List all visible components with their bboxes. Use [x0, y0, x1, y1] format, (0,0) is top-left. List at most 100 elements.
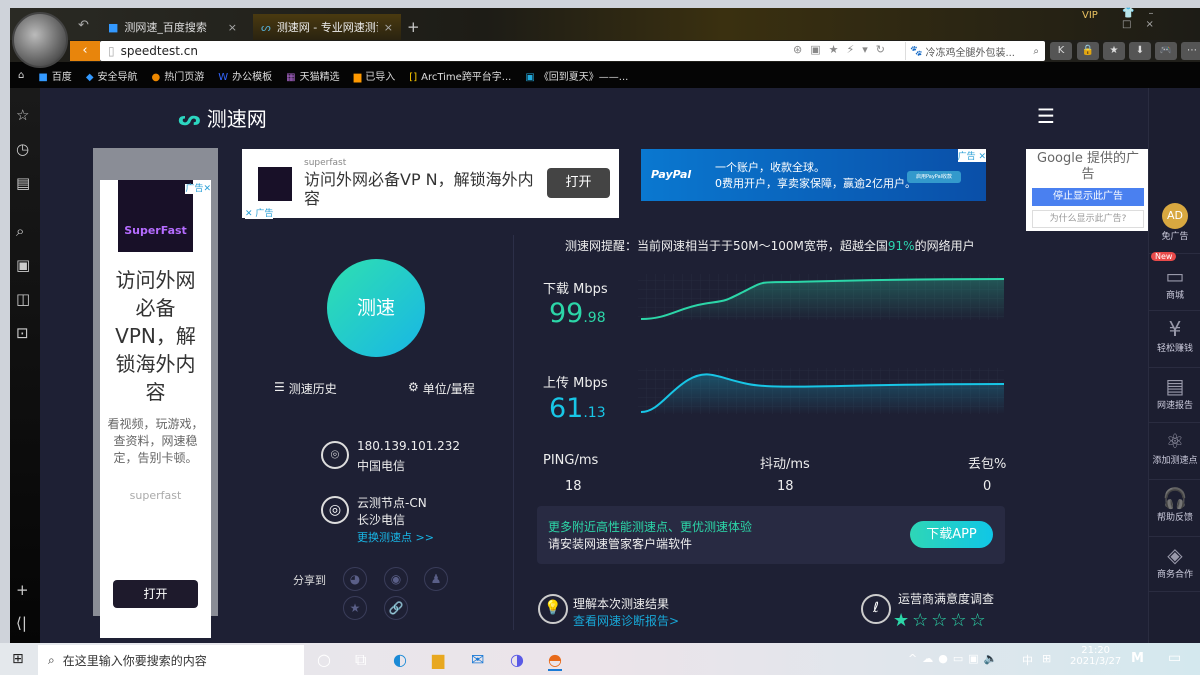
address-tools-icons[interactable]: ⊛▣★⚡▾↻ — [793, 43, 893, 56]
sidebar-add-node[interactable]: ⚛ 添加测速点 — [1149, 423, 1200, 480]
tab-speedtest[interactable]: ᔕ 测速网 - 专业网速测试 × — [253, 14, 401, 40]
download-speed: 99.98 — [549, 298, 606, 329]
shopping-icon[interactable]: ◫ — [16, 290, 30, 308]
new-tab-button[interactable]: + — [407, 18, 420, 36]
units-button[interactable]: ⚙ 单位/量程 — [408, 380, 475, 397]
star-icon[interactable]: ★ — [1103, 42, 1125, 60]
sidebar-no-ads[interactable]: AD 免广告 — [1149, 201, 1200, 254]
taskbar-search[interactable]: ⌕ 在这里输入你要搜索的内容 — [38, 645, 304, 675]
ad-open-button[interactable]: 打开 — [547, 168, 610, 198]
search-icon[interactable]: ⌕ — [1033, 46, 1039, 57]
close-tab-icon[interactable]: × — [384, 21, 393, 34]
more-icon[interactable]: ⋯ — [1181, 42, 1200, 60]
speed-notice: 测速网提醒：当前网速相当于于50M～100M宽带，超越全国91%的网络用户 — [565, 239, 975, 253]
file-explorer-icon[interactable]: ▆ — [432, 650, 444, 669]
history-icon[interactable]: ◷ — [16, 140, 29, 158]
ime-indicator[interactable]: 中 — [1022, 652, 1033, 668]
undo-close-icon[interactable]: ↶ — [78, 18, 89, 33]
notification-icon[interactable]: ▭ — [1168, 650, 1181, 666]
gamepad-icon[interactable]: 🎮 — [1155, 42, 1177, 60]
bookmark-item[interactable]: ▆ 已导入 — [354, 68, 396, 83]
windows-start-icon[interactable]: ⊞ — [12, 651, 24, 667]
game-icon[interactable]: ⊡ — [16, 324, 29, 342]
search-icon[interactable]: ⌕ — [16, 222, 24, 240]
stop-ad-button[interactable]: 停止显示此广告 — [1032, 188, 1144, 206]
bookmark-item[interactable]: ■ 百度 — [38, 68, 71, 83]
bookmark-item[interactable]: ▦ 天猫精选 — [286, 68, 339, 83]
news-icon[interactable]: ▣ — [16, 256, 30, 274]
vip-badge[interactable]: VIP — [1082, 10, 1098, 21]
sidebar-shop[interactable]: New ▭ 商城 — [1149, 252, 1200, 311]
qzone-share-icon[interactable]: ★ — [343, 596, 367, 620]
change-node-link[interactable]: 更换测速点 >> — [357, 529, 434, 545]
k-icon[interactable]: K — [1050, 42, 1072, 60]
cortana-icon[interactable]: ○ — [317, 650, 331, 669]
ad-body: 看视频，玩游戏，查资料，网速稳定，告别卡顿。 — [107, 417, 204, 465]
download-icon[interactable]: ⬇ — [1129, 42, 1151, 60]
edge-icon[interactable]: ◐ — [393, 650, 407, 669]
tab-baidu[interactable]: ■ 测网速_百度搜索 × — [100, 14, 245, 40]
mail-icon[interactable]: ✉ — [471, 650, 484, 669]
sidebar-report[interactable]: ▤ 网速报告 — [1149, 368, 1200, 423]
favorites-icon[interactable]: ☆ — [16, 106, 29, 124]
location-icon: ⌾ — [321, 441, 349, 469]
close-tab-icon[interactable]: × — [228, 21, 237, 34]
sidebar-earn[interactable]: ¥ 轻松赚钱 — [1149, 311, 1200, 368]
toolbox-icon[interactable]: ▤ — [16, 174, 30, 192]
sidebar-feedback[interactable]: 🎧 帮助反馈 — [1149, 480, 1200, 537]
browser-logo[interactable] — [12, 12, 68, 68]
sidebar-business[interactable]: ◈ 商务合作 — [1149, 537, 1200, 592]
browser-taskbar-icon[interactable]: ◓ — [548, 650, 562, 671]
ad-brand: superfast — [304, 158, 347, 168]
diagnose-link[interactable]: 查看网速诊断报告> — [573, 612, 679, 629]
understand-result: 理解本次测速结果 — [573, 597, 670, 611]
paypal-ad[interactable]: PayPal 一个账户，收款全球。 0费用开户，享卖家保障，赢逾2亿用户。 启用… — [641, 149, 986, 201]
bookmark-item[interactable]: [] ArcTime跨平台字... — [409, 68, 511, 83]
qq-share-icon[interactable]: ♟ — [424, 567, 448, 591]
history-icon: ☰ — [274, 380, 285, 394]
url-bar[interactable]: ▯ speedtest.cn — [100, 41, 1045, 61]
start-test-button[interactable]: 测速 — [327, 259, 425, 357]
history-button[interactable]: ☰ 测速历史 — [274, 380, 337, 397]
lock-icon[interactable]: 🔒 — [1077, 42, 1099, 60]
star-empty-icon[interactable]: ☆☆☆☆ — [912, 610, 989, 631]
upload-label: 上传 Mbps — [543, 376, 608, 391]
app-icon[interactable]: ◑ — [510, 650, 524, 669]
home-icon[interactable]: ⌂ — [18, 70, 24, 81]
download-app-button[interactable]: 下载APP — [910, 521, 993, 548]
ad-open-button[interactable]: 打开 — [113, 580, 198, 608]
wechat-share-icon[interactable]: ◕ — [343, 567, 367, 591]
weibo-share-icon[interactable]: ◉ — [384, 567, 408, 591]
ad-tag[interactable]: 广告✕ — [185, 176, 211, 195]
top-ad[interactable]: superfast 访问外网必备VP N，解锁海外内容 打开 ✕ 广告 — [242, 149, 619, 219]
collapse-icon[interactable]: ⟨| — [16, 614, 27, 632]
speed-graphs — [638, 274, 1005, 414]
star-filled-icon[interactable]: ★ — [893, 610, 912, 631]
share-label: 分享到 — [293, 574, 326, 587]
link-share-icon[interactable]: 🔗 — [384, 596, 408, 620]
handshake-icon: ◈ — [1167, 543, 1183, 567]
why-ad-button[interactable]: 为什么显示此广告? — [1032, 210, 1144, 228]
add-icon[interactable]: + — [16, 581, 29, 599]
bookmark-item[interactable]: ▣ 《回到夏天》——... — [525, 68, 628, 83]
left-ad[interactable]: 广告✕ SuperFast 访问外网必备VPN，解锁海外内容 看视频，玩游戏，查… — [93, 148, 218, 638]
survey-title: 运营商满意度调查 — [898, 592, 995, 606]
paypal-cta[interactable]: 启用PayPal收款 — [907, 171, 961, 183]
search-box[interactable]: 🐾 冷冻鸡全腿外包装... ⌕ — [905, 42, 1043, 60]
back-button[interactable]: ‹ — [70, 41, 100, 61]
site-logo[interactable]: ᔕ 测速网 — [178, 103, 267, 132]
task-view-icon[interactable]: ⧉ — [355, 650, 366, 670]
window-controls[interactable]: 👕–□× — [1122, 8, 1200, 30]
clock[interactable]: 21:20 2021/3/27 — [1070, 645, 1121, 667]
promo-line1: 更多附近高性能测速点、更优测速体验 — [548, 520, 753, 534]
bookmark-item[interactable]: W 办公模板 — [218, 68, 272, 83]
bookmark-item[interactable]: ● 热门页游 — [152, 68, 205, 83]
ad-tag[interactable]: ✕ 广告 — [245, 206, 274, 219]
menu-icon[interactable]: ☰ — [1037, 104, 1055, 128]
rating-stars[interactable]: ★☆☆☆☆ — [893, 610, 989, 631]
bookmark-item[interactable]: ◆ 安全导航 — [86, 68, 138, 83]
ad-tag[interactable]: 广告 ✕ — [957, 149, 986, 162]
m-icon[interactable]: M — [1131, 651, 1144, 666]
keyboard-icon[interactable]: ⊞ — [1042, 652, 1051, 665]
system-tray-icons[interactable]: ^☁●▭▣🔈 — [908, 652, 1002, 665]
